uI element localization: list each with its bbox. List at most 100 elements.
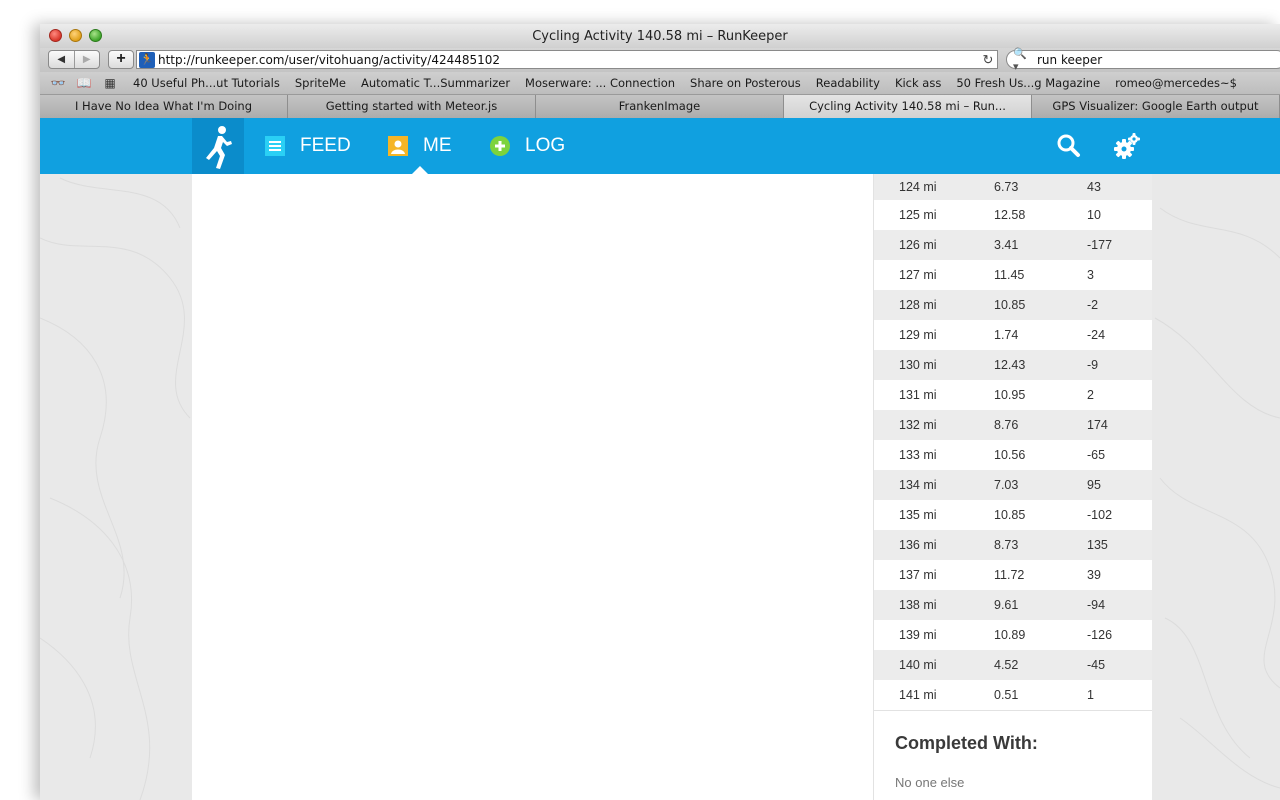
browser-toolbar: ◀ ▶ + 🏃 http://runkeeper.com/user/vitohu…: [40, 48, 1280, 73]
feed-icon: [265, 136, 285, 156]
bookmark-item[interactable]: romeo@mercedes~$: [1115, 76, 1237, 90]
tab-bar: I Have No Idea What I'm Doing Getting st…: [40, 95, 1280, 118]
split-speed: 12.43: [994, 358, 1026, 372]
split-speed: 7.03: [994, 478, 1019, 492]
split-speed: 8.76: [994, 418, 1019, 432]
web-page: FEED ME LOG 124 mi 6.73 43 125 mi 12.58 …: [40, 118, 1280, 800]
tab-cycling-activity[interactable]: Cycling Activity 140.58 mi – Run...: [784, 95, 1032, 118]
search-icon[interactable]: [1053, 131, 1083, 161]
split-speed: 3.41: [994, 238, 1019, 252]
window-title: Cycling Activity 140.58 mi – RunKeeper: [532, 29, 788, 44]
table-row: 135 mi 10.85 -102: [874, 500, 1152, 530]
split-distance: 132 mi: [899, 418, 937, 432]
split-speed: 12.58: [994, 208, 1026, 222]
split-elevation: 95: [1087, 478, 1101, 492]
nav-feed[interactable]: FEED: [264, 118, 351, 174]
main-content: 124 mi 6.73 43 125 mi 12.58 10 126 mi 3.…: [192, 174, 1152, 800]
split-speed: 1.74: [994, 328, 1019, 342]
address-bar[interactable]: 🏃 http://runkeeper.com/user/vitohuang/ac…: [136, 50, 998, 69]
split-distance: 135 mi: [899, 508, 937, 522]
forward-button[interactable]: ▶: [75, 51, 100, 68]
section-divider: [874, 710, 1152, 711]
bookmark-item[interactable]: SpriteMe: [295, 76, 346, 90]
table-row: 127 mi 11.45 3: [874, 260, 1152, 290]
back-button[interactable]: ◀: [49, 51, 75, 68]
split-elevation: 39: [1087, 568, 1101, 582]
tab-gps-visualizer[interactable]: GPS Visualizer: Google Earth output: [1032, 95, 1280, 118]
table-row: 136 mi 8.73 135: [874, 530, 1152, 560]
split-distance: 128 mi: [899, 298, 937, 312]
nav-log-label: LOG: [525, 135, 566, 156]
split-speed: 11.45: [994, 268, 1025, 282]
split-speed: 10.85: [994, 298, 1026, 312]
bookmark-item[interactable]: 40 Useful Ph...ut Tutorials: [133, 76, 280, 90]
reload-icon[interactable]: ↻: [979, 52, 997, 68]
top-sites-grid-icon[interactable]: ▦: [102, 76, 118, 90]
bookmark-item[interactable]: Readability: [816, 76, 880, 90]
tab-frankenimage[interactable]: FrankenImage: [536, 95, 784, 118]
table-row: 137 mi 11.72 39: [874, 560, 1152, 590]
table-row: 125 mi 12.58 10: [874, 200, 1152, 230]
table-row: 129 mi 1.74 -24: [874, 320, 1152, 350]
url-text[interactable]: http://runkeeper.com/user/vitohuang/acti…: [158, 53, 979, 67]
bookmark-item[interactable]: Kick ass: [895, 76, 941, 90]
split-distance: 129 mi: [899, 328, 937, 342]
split-speed: 6.73: [994, 180, 1019, 194]
add-bookmark-button[interactable]: +: [108, 50, 134, 69]
mile-splits-panel: 124 mi 6.73 43 125 mi 12.58 10 126 mi 3.…: [873, 174, 1152, 800]
history-buttons: ◀ ▶: [48, 50, 100, 69]
table-row: 138 mi 9.61 -94: [874, 590, 1152, 620]
split-elevation: 3: [1087, 268, 1094, 282]
table-row: 134 mi 7.03 95: [874, 470, 1152, 500]
split-speed: 10.85: [994, 508, 1026, 522]
split-elevation: -102: [1087, 508, 1113, 522]
split-speed: 10.95: [994, 388, 1026, 402]
split-elevation: -9: [1087, 358, 1099, 372]
split-elevation: -65: [1087, 448, 1106, 462]
split-speed: 8.73: [994, 538, 1019, 552]
split-speed: 10.89: [994, 628, 1026, 642]
table-row: 130 mi 12.43 -9: [874, 350, 1152, 380]
split-elevation: 10: [1087, 208, 1101, 222]
search-input[interactable]: run keeper: [1037, 53, 1102, 67]
nav-me-label: ME: [423, 135, 452, 156]
split-distance: 133 mi: [899, 448, 937, 462]
splits-table: 124 mi 6.73 43 125 mi 12.58 10 126 mi 3.…: [874, 174, 1152, 710]
split-distance: 134 mi: [899, 478, 937, 492]
split-elevation: 135: [1087, 538, 1108, 552]
split-elevation: 43: [1087, 180, 1101, 194]
split-speed: 11.72: [994, 568, 1025, 582]
nav-feed-label: FEED: [300, 135, 351, 156]
runkeeper-favicon-icon: 🏃: [139, 51, 155, 68]
split-speed: 9.61: [994, 598, 1019, 612]
reading-list-icon[interactable]: 👓: [50, 76, 66, 90]
runkeeper-logo[interactable]: [192, 118, 244, 174]
bookmark-item[interactable]: Automatic T...Summarizer: [361, 76, 510, 90]
split-elevation: 1: [1087, 688, 1094, 702]
split-elevation: -45: [1087, 658, 1106, 672]
bookmark-item[interactable]: 50 Fresh Us...g Magazine: [956, 76, 1100, 90]
table-row: 140 mi 4.52 -45: [874, 650, 1152, 680]
split-elevation: -126: [1087, 628, 1113, 642]
completed-with-text: No one else: [895, 775, 965, 790]
split-elevation: -177: [1087, 238, 1113, 252]
split-elevation: -94: [1087, 598, 1106, 612]
nav-log[interactable]: LOG: [489, 118, 565, 174]
bookmark-item[interactable]: Share on Posterous: [690, 76, 801, 90]
add-activity-icon: [490, 136, 510, 156]
split-distance: 124 mi: [899, 180, 937, 194]
bookmarks-book-icon[interactable]: 📖: [76, 76, 92, 90]
search-icon[interactable]: 🔍▾: [1013, 47, 1031, 73]
search-field[interactable]: 🔍▾ run keeper: [1006, 48, 1280, 73]
runkeeper-nav-bar: FEED ME LOG: [40, 118, 1280, 174]
split-elevation: -2: [1087, 298, 1099, 312]
split-distance: 137 mi: [899, 568, 937, 582]
table-row: 139 mi 10.89 -126: [874, 620, 1152, 650]
browser-window: Cycling Activity 140.58 mi – RunKeeper ◀…: [40, 24, 1280, 800]
tab-meteor[interactable]: Getting started with Meteor.js: [288, 95, 536, 118]
settings-gear-icon[interactable]: [1112, 131, 1142, 161]
table-row: 141 mi 0.51 1: [874, 680, 1152, 710]
split-distance: 126 mi: [899, 238, 937, 252]
bookmark-item[interactable]: Moserware: ... Connection: [525, 76, 675, 90]
tab-no-idea[interactable]: I Have No Idea What I'm Doing: [40, 95, 288, 118]
